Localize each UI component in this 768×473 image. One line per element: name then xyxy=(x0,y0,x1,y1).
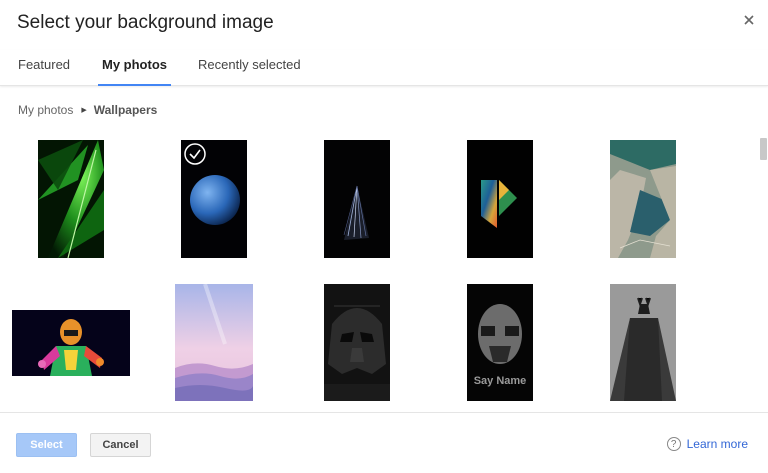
photo-thumb-pastel-mountains[interactable] xyxy=(175,284,253,401)
photo-thumb-aerial-landscape[interactable] xyxy=(610,140,676,258)
dialog-title: Select your background image xyxy=(17,12,274,33)
tab-featured[interactable]: Featured xyxy=(18,57,70,86)
photo-thumb-darth-vader[interactable] xyxy=(324,284,390,401)
tab-my-photos[interactable]: My photos xyxy=(98,57,171,86)
photo-thumb-neon-figure[interactable] xyxy=(12,310,130,376)
breadcrumb-separator-icon: ▶ xyxy=(81,107,87,114)
breadcrumb-current: Wallpapers xyxy=(93,103,158,117)
learn-more-link[interactable]: ? Learn more xyxy=(666,437,748,451)
scrollbar-thumb[interactable] xyxy=(760,138,767,160)
help-icon: ? xyxy=(666,437,681,451)
close-icon[interactable] xyxy=(742,13,756,27)
photo-thumb-dark-feather[interactable] xyxy=(324,140,390,258)
photo-thumb-blue-planet[interactable] xyxy=(181,140,247,258)
tab-recently-selected[interactable]: Recently selected xyxy=(198,57,301,86)
photo-thumb-batman[interactable] xyxy=(610,284,676,401)
grid-scrollbar[interactable] xyxy=(758,127,768,411)
photo-thumb-green-leaf[interactable] xyxy=(38,140,104,258)
photo-grid: Say Name xyxy=(0,127,758,411)
photo-thumb-say-my-name[interactable]: Say Name xyxy=(467,284,533,401)
svg-text:Say Name: Say Name xyxy=(474,375,527,387)
breadcrumb-root[interactable]: My photos xyxy=(18,103,73,117)
cancel-button[interactable]: Cancel xyxy=(90,433,151,457)
learn-more-label: Learn more xyxy=(686,437,748,451)
breadcrumb: My photos ▶ Wallpapers xyxy=(18,103,157,117)
select-button[interactable]: Select xyxy=(16,433,77,457)
photo-thumb-colorful-p-logo[interactable] xyxy=(467,140,533,258)
tab-bar: Featured My photos Recently selected xyxy=(0,50,768,86)
dialog-footer: Select Cancel ? Learn more xyxy=(0,412,768,473)
background-image-dialog: Select your background image Featured My… xyxy=(0,0,768,473)
